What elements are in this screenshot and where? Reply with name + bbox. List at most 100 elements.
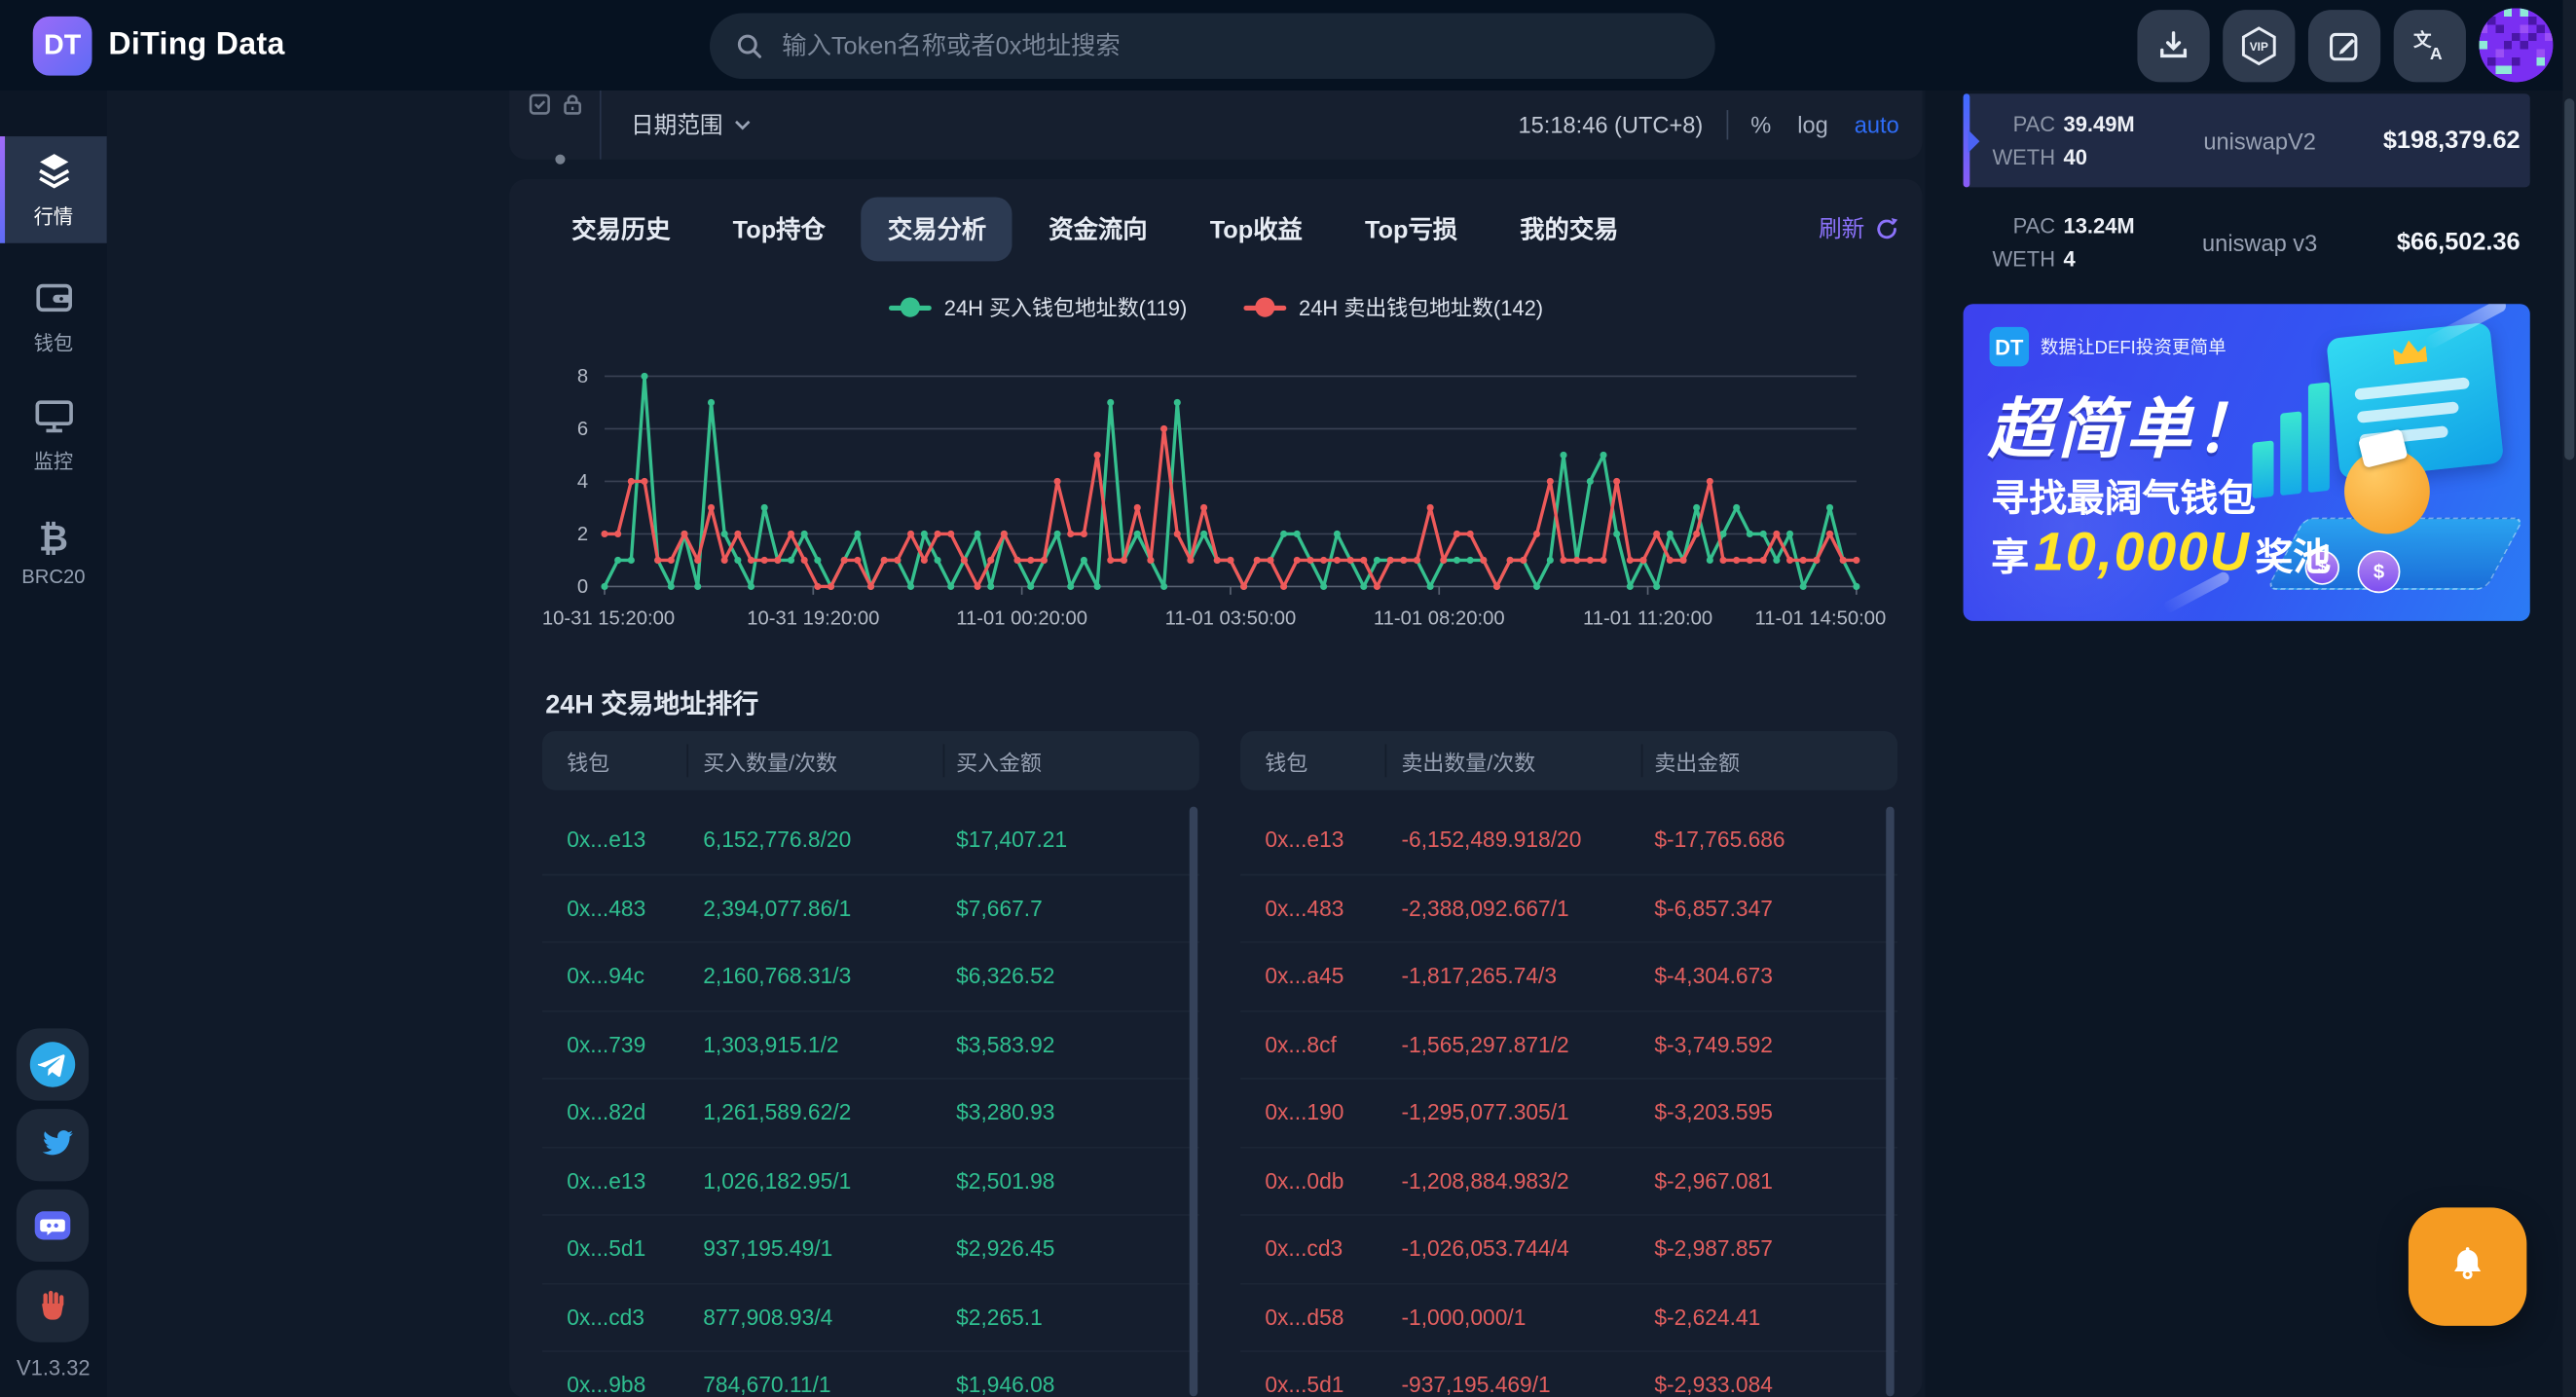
- pool-row[interactable]: PAC39.49MWETH40uniswapV2$198,379.62: [1964, 93, 2530, 187]
- table-row[interactable]: 0x...e131,026,182.95/1$2,501.98: [542, 1148, 1199, 1216]
- search-input[interactable]: [779, 30, 1689, 61]
- vip-button[interactable]: VIP: [2223, 9, 2295, 81]
- wallet-address[interactable]: 0x...0db: [1265, 1168, 1343, 1193]
- table-row[interactable]: 0x...5d1-937,195.469/1$-2,933.084: [1240, 1352, 1897, 1397]
- tab-Top持仓[interactable]: Top持仓: [707, 197, 852, 261]
- wallet-address[interactable]: 0x...82d: [567, 1100, 645, 1124]
- wallet-address[interactable]: 0x...8cf: [1265, 1032, 1336, 1056]
- table-row[interactable]: 0x...e13-6,152,489.918/20$-17,765.686: [1240, 807, 1897, 875]
- table-row[interactable]: 0x...739 1,303,915.1/2 $3,583.92: [542, 1011, 1199, 1080]
- tab-我的交易[interactable]: 我的交易: [1493, 197, 1644, 261]
- legend-item[interactable]: 24H 买入钱包地址数(119): [888, 291, 1187, 322]
- table-header: 钱包 买入数量/次数 买入金额: [542, 731, 1199, 790]
- sidebar-item-wallet[interactable]: 钱包: [0, 273, 107, 358]
- date-range-selector[interactable]: 日期范围: [631, 108, 751, 141]
- sell-table-scrollbar[interactable]: [1886, 807, 1894, 1397]
- telegram-button[interactable]: [17, 1028, 89, 1100]
- checkbox-icon[interactable]: [529, 93, 550, 115]
- table-row[interactable]: 0x...5d1937,195.49/1$2,926.45: [542, 1216, 1199, 1284]
- table-row[interactable]: 0x...94c2,160,768.31/3$6,326.52: [542, 943, 1199, 1011]
- sidebar-item-monitor[interactable]: 监控: [0, 391, 107, 477]
- table-row[interactable]: 0x...cd3877,908.93/4$2,265.1: [542, 1284, 1199, 1352]
- sidebar-item-label: BRC20: [21, 566, 85, 589]
- percent-toggle[interactable]: %: [1750, 112, 1771, 138]
- notification-button[interactable]: [2409, 1207, 2527, 1326]
- wallet-address[interactable]: 0x...d58: [1265, 1305, 1343, 1329]
- wallet-address[interactable]: 0x...a45: [1265, 964, 1343, 988]
- wallet-address[interactable]: 0x...190: [1265, 1100, 1343, 1124]
- usd-amount: $-2,967.081: [1654, 1168, 1773, 1193]
- refresh-button[interactable]: 刷新: [1819, 212, 1899, 245]
- wallet-address[interactable]: 0x...483: [567, 896, 645, 920]
- amount-per-count: -1,026,053.744/4: [1401, 1236, 1568, 1261]
- pool-row[interactable]: PAC13.24MWETH4uniswap v3$66,502.36: [1964, 196, 2530, 289]
- tab-Top亏损[interactable]: Top亏损: [1339, 197, 1484, 261]
- tab-资金流向[interactable]: 资金流向: [1022, 197, 1173, 261]
- table-row[interactable]: 0x...483-2,388,092.667/1$-6,857.347: [1240, 875, 1897, 943]
- tab-Top收益[interactable]: Top收益: [1184, 197, 1329, 261]
- log-toggle[interactable]: log: [1797, 112, 1828, 138]
- auto-toggle[interactable]: auto: [1855, 112, 1899, 138]
- svg-text:10-31 19:20:00: 10-31 19:20:00: [747, 607, 879, 629]
- usd-amount: $7,667.7: [956, 896, 1043, 920]
- usd-amount: $3,583.92: [956, 1032, 1054, 1056]
- refresh-label: 刷新: [1819, 212, 1864, 245]
- table-row[interactable]: 0x...82d1,261,589.62/2$3,280.93: [542, 1080, 1199, 1148]
- usd-amount: $17,407.21: [956, 827, 1067, 852]
- wallet-address[interactable]: 0x...e13: [567, 827, 645, 852]
- pool-pair: PAC39.49MWETH40: [1986, 108, 2184, 174]
- wallet-address[interactable]: 0x...cd3: [567, 1305, 644, 1329]
- table-row[interactable]: 0x...190-1,295,077.305/1$-3,203.595: [1240, 1080, 1897, 1148]
- wallet-address[interactable]: 0x...739: [567, 1032, 645, 1056]
- wallet-address[interactable]: 0x...5d1: [1265, 1373, 1343, 1397]
- download-button[interactable]: [2137, 9, 2209, 81]
- amount-per-count: -1,208,884.983/2: [1401, 1168, 1568, 1193]
- table-row[interactable]: 0x...8cf-1,565,297.871/2$-3,749.592: [1240, 1011, 1897, 1080]
- sidebar-item-market[interactable]: 行情: [0, 136, 107, 243]
- tab-交易分析[interactable]: 交易分析: [862, 197, 1012, 261]
- chart-toolbar-icons: [529, 93, 583, 115]
- column-header-sell-usd: 卖出金额: [1654, 745, 1740, 776]
- chart-legend: 24H 买入钱包地址数(119) 24H 卖出钱包地址数(142): [509, 291, 1922, 322]
- wallet-address[interactable]: 0x...cd3: [1265, 1236, 1343, 1261]
- buy-table-scrollbar[interactable]: [1190, 807, 1197, 1397]
- tab-交易历史[interactable]: 交易历史: [545, 197, 696, 261]
- wallet-address[interactable]: 0x...e13: [1265, 827, 1343, 852]
- discord-icon: [31, 1204, 74, 1247]
- promo-banner[interactable]: $ $ DT 数据让DEFI投资更简单 超简单！ 寻找最阔气钱包 享 10,00…: [1964, 304, 2530, 621]
- usd-amount: $-2,933.084: [1654, 1373, 1773, 1397]
- svg-text:11-01 03:50:00: 11-01 03:50:00: [1165, 607, 1297, 629]
- table-row[interactable]: 0x...0db -1,208,884.983/2 $-2,967.081: [1240, 1148, 1897, 1216]
- user-avatar[interactable]: [2479, 8, 2553, 82]
- translate-button[interactable]: 文A: [2394, 9, 2466, 81]
- twitter-button[interactable]: [17, 1109, 89, 1181]
- legend-item[interactable]: 24H 卖出钱包地址数(142): [1243, 291, 1543, 322]
- wallet-address[interactable]: 0x...94c: [567, 964, 644, 988]
- table-row[interactable]: 0x...a45-1,817,265.74/3$-4,304.673: [1240, 943, 1897, 1011]
- wallet-address[interactable]: 0x...e13: [567, 1168, 645, 1193]
- app-logo[interactable]: DT: [33, 16, 92, 75]
- table-row[interactable]: 0x...cd3-1,026,053.744/4$-2,987.857: [1240, 1216, 1897, 1284]
- sidebar-item-brc20[interactable]: ₿ BRC20: [0, 513, 107, 599]
- table-row[interactable]: 0x...d58-1,000,000/1$-2,624.41: [1240, 1284, 1897, 1352]
- pool-dex-name: uniswapV2: [2184, 128, 2337, 154]
- wallet-address[interactable]: 0x...5d1: [567, 1236, 645, 1261]
- edit-button[interactable]: [2308, 9, 2380, 81]
- page-scrollbar[interactable]: [2563, 0, 2576, 1397]
- sell-ranking-table: 钱包 卖出数量/次数 卖出金额 0x...e13-6,152,489.918/2…: [1240, 731, 1897, 790]
- table-row[interactable]: 0x...e136,152,776.8/20$17,407.21: [542, 807, 1199, 875]
- buy-table-rows: 0x...e136,152,776.8/20$17,407.210x...483…: [542, 807, 1199, 1397]
- discord-button[interactable]: [17, 1190, 89, 1262]
- wallet-address[interactable]: 0x...9b8: [567, 1373, 645, 1397]
- usd-amount: $2,265.1: [956, 1305, 1043, 1329]
- banner-prize-line: 享 10,000U 奖池: [1991, 521, 2331, 583]
- wallet-address[interactable]: 0x...483: [1265, 896, 1343, 920]
- token-search[interactable]: [710, 14, 1715, 80]
- table-row[interactable]: 0x...9b8784,670.11/1$1,946.08: [542, 1352, 1199, 1397]
- table-row[interactable]: 0x...4832,394,077.86/1$7,667.7: [542, 875, 1199, 943]
- sidebar-social-links: [17, 1028, 89, 1342]
- lock-icon[interactable]: [562, 93, 583, 115]
- page-scrollbar-thumb[interactable]: [2564, 98, 2574, 460]
- amount-per-count: 1,303,915.1/2: [703, 1032, 838, 1056]
- community-button[interactable]: [17, 1269, 89, 1342]
